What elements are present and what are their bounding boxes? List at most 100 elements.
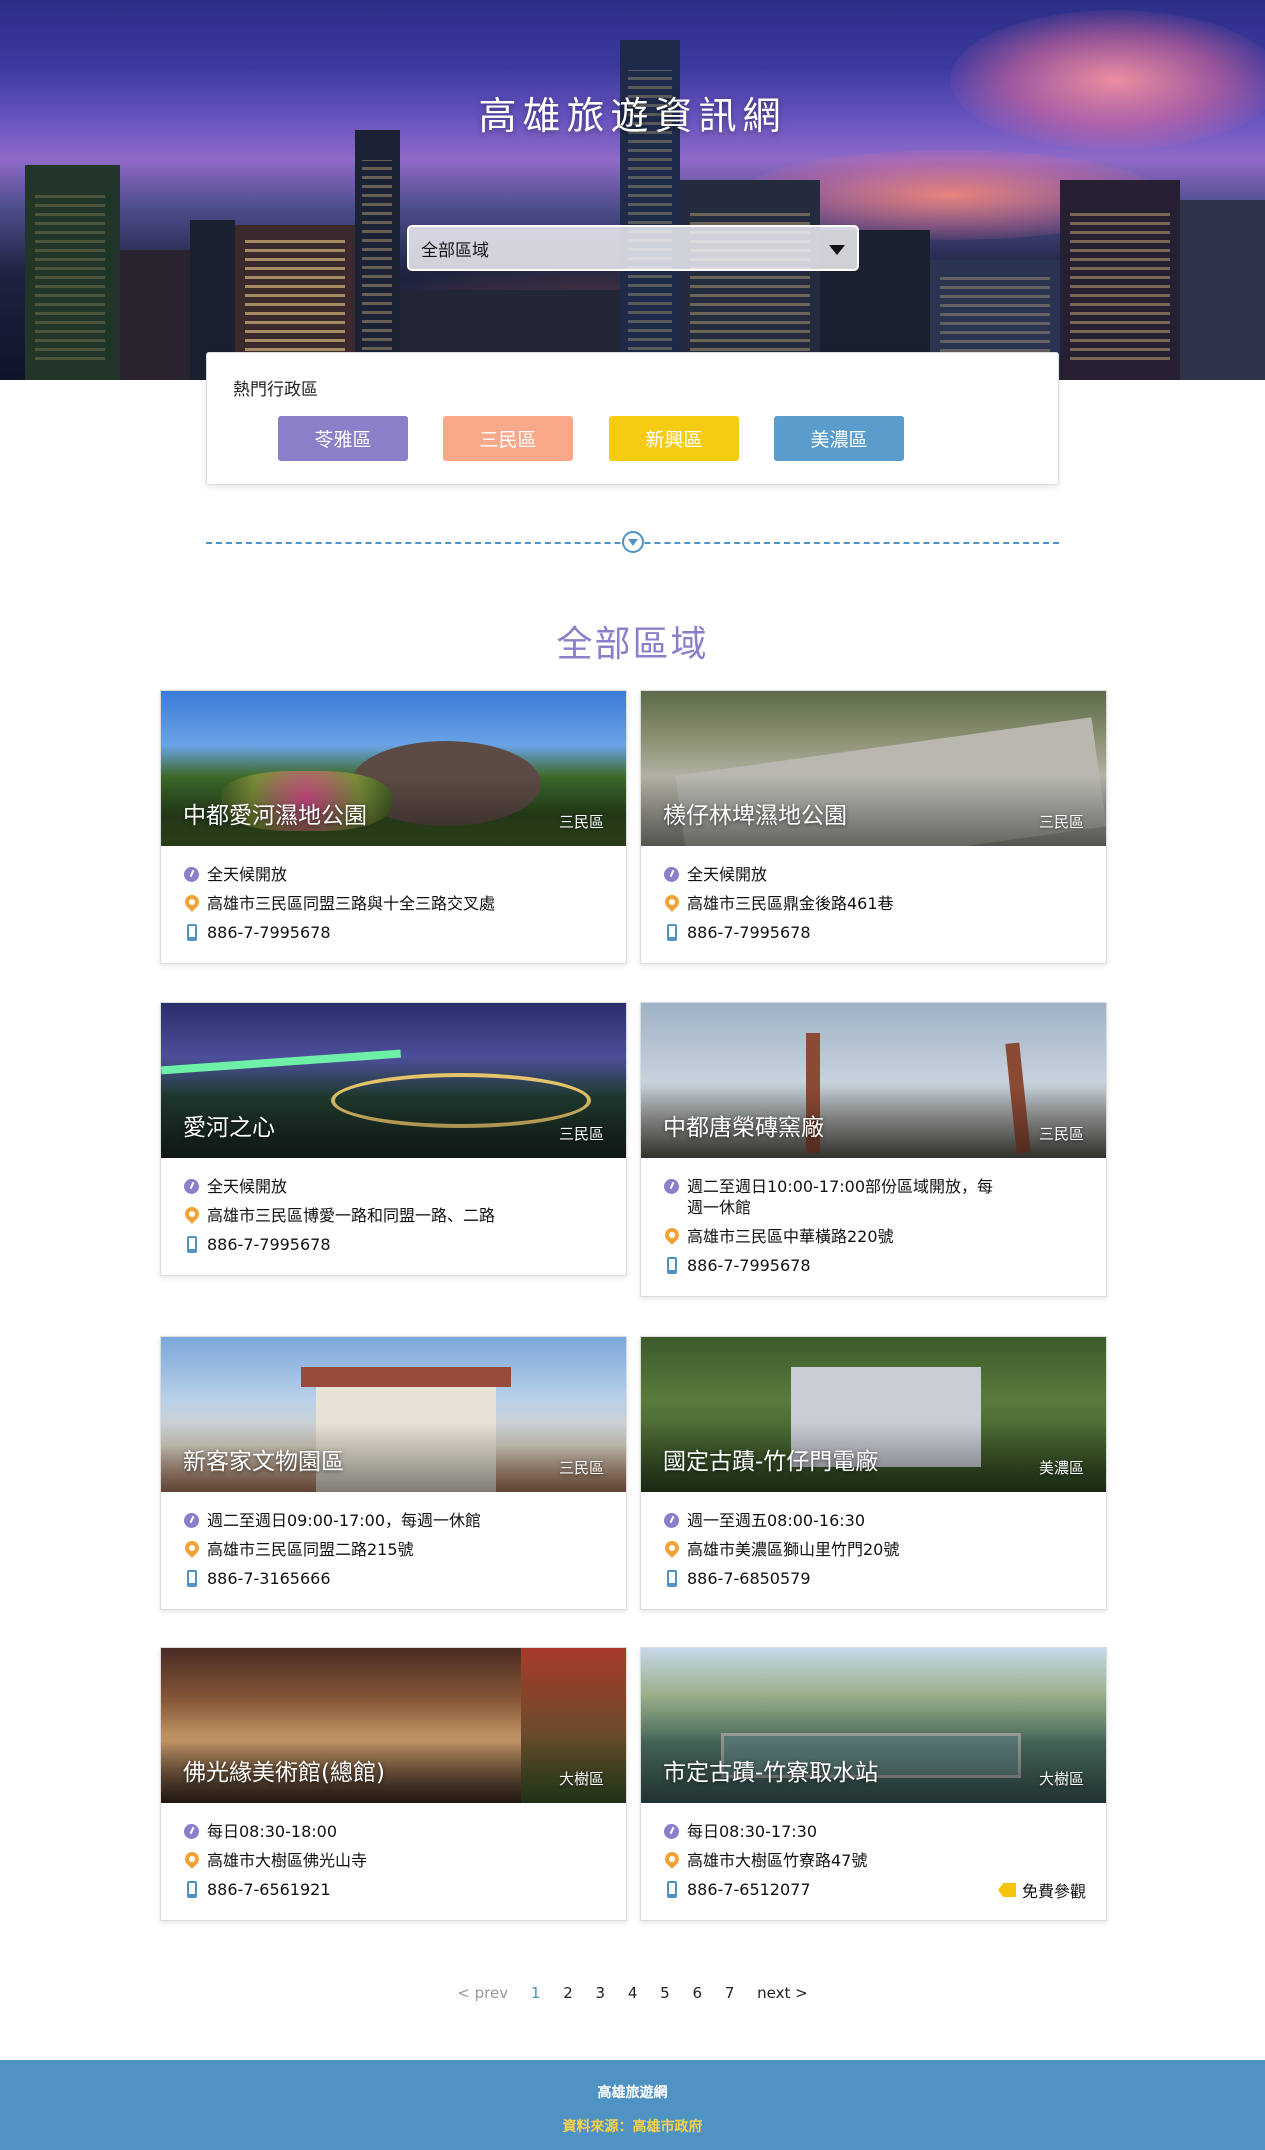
clock-icon	[183, 1821, 207, 1842]
footer-title: 高雄旅遊網	[597, 2085, 668, 2101]
clock-icon	[663, 1176, 687, 1197]
opening-hours: 週一至週五08:00-16:30	[687, 1511, 865, 1530]
attraction-card[interactable]: 檨仔林埤濕地公園 三民區 全天候開放 高雄市三民區鼎金後路461巷 886-7-…	[640, 690, 1107, 964]
opening-hours: 全天候開放	[687, 865, 768, 884]
clock-icon	[663, 864, 687, 885]
attraction-zone: 三民區	[558, 1459, 604, 1477]
phone-number: 886-7-3165666	[207, 1569, 331, 1588]
hot-districts-title: 熱門行政區	[233, 380, 318, 400]
attraction-card[interactable]: 愛河之心 三民區 全天候開放 高雄市三民區博愛一路和同盟一路、二路 886-7-…	[160, 1002, 627, 1276]
phone-number: 886-7-6850579	[687, 1569, 811, 1588]
phone-number: 886-7-7995678	[207, 1235, 331, 1254]
attraction-photo: 新客家文物園區 三民區	[161, 1337, 626, 1492]
clock-icon	[183, 1176, 207, 1197]
free-admission-badge: 免費參觀	[997, 1878, 1086, 1902]
district-select[interactable]: 全部區域	[407, 225, 859, 271]
hot-district-button-lingya[interactable]: 苓雅區	[278, 416, 408, 461]
attraction-name: 國定古蹟-竹仔門電廠	[663, 1449, 879, 1475]
attraction-photo: 佛光緣美術館(總館) 大樹區	[161, 1648, 626, 1803]
phone-number: 886-7-7995678	[687, 1256, 811, 1275]
location-pin-icon	[663, 1226, 687, 1247]
attraction-card[interactable]: 市定古蹟-竹寮取水站 大樹區 每日08:30-17:30 高雄市大樹區竹寮路47…	[640, 1647, 1107, 1921]
clock-icon	[663, 1510, 687, 1531]
attraction-name: 中都愛河濕地公園	[183, 803, 367, 829]
attraction-photo: 中都愛河濕地公園 三民區	[161, 691, 626, 846]
page-link-3[interactable]: 3	[596, 1984, 606, 2002]
phone-number: 886-7-6561921	[207, 1880, 331, 1899]
free-admission-label: 免費參觀	[1021, 1882, 1086, 1901]
prev-page-link[interactable]: < prev	[457, 1984, 508, 2002]
page-link-1[interactable]: 1	[531, 1984, 541, 2002]
opening-hours: 週二至週日10:00-17:00部份區域開放，每週一休館	[687, 1177, 993, 1217]
phone-icon	[663, 1255, 687, 1276]
phone-number: 886-7-7995678	[207, 923, 331, 942]
hero-banner: 高雄旅遊資訊網 全部區域	[0, 0, 1265, 380]
location-pin-icon	[663, 893, 687, 914]
attraction-zone: 三民區	[1038, 1125, 1084, 1143]
attraction-zone: 大樹區	[558, 1770, 604, 1788]
page-link-7[interactable]: 7	[725, 1984, 735, 2002]
location-pin-icon	[183, 1539, 207, 1560]
attraction-photo: 檨仔林埤濕地公園 三民區	[641, 691, 1106, 846]
attraction-card[interactable]: 佛光緣美術館(總館) 大樹區 每日08:30-18:00 高雄市大樹區佛光山寺 …	[160, 1647, 627, 1921]
attraction-zone: 三民區	[1038, 813, 1084, 831]
address: 高雄市三民區博愛一路和同盟一路、二路	[207, 1206, 496, 1225]
pagination: < prev 1 2 3 4 5 6 7 next >	[0, 1984, 1265, 2002]
attraction-photo: 市定古蹟-竹寮取水站 大樹區	[641, 1648, 1106, 1803]
clock-icon	[183, 864, 207, 885]
address: 高雄市大樹區佛光山寺	[207, 1851, 368, 1870]
phone-icon	[183, 1879, 207, 1900]
phone-icon	[663, 1879, 687, 1900]
hot-district-button-xinxing[interactable]: 新興區	[609, 416, 739, 461]
attraction-name: 佛光緣美術館(總館)	[183, 1760, 385, 1786]
attraction-zone: 三民區	[558, 813, 604, 831]
address: 高雄市大樹區竹寮路47號	[687, 1851, 868, 1870]
address: 高雄市三民區中華橫路220號	[687, 1227, 894, 1246]
next-page-link[interactable]: next >	[757, 1984, 808, 2002]
opening-hours: 週二至週日09:00-17:00，每週一休館	[207, 1511, 481, 1530]
phone-icon	[183, 1568, 207, 1589]
opening-hours: 全天候開放	[207, 865, 288, 884]
attraction-card[interactable]: 中都愛河濕地公園 三民區 全天候開放 高雄市三民區同盟三路與十全三路交叉處 88…	[160, 690, 627, 964]
page-link-2[interactable]: 2	[563, 1984, 573, 2002]
page-link-5[interactable]: 5	[660, 1984, 670, 2002]
address: 高雄市三民區同盟三路與十全三路交叉處	[207, 894, 496, 913]
location-pin-icon	[663, 1850, 687, 1871]
opening-hours: 每日08:30-18:00	[207, 1822, 337, 1841]
attraction-name: 愛河之心	[183, 1115, 275, 1141]
phone-icon	[663, 1568, 687, 1589]
caret-down-icon	[829, 245, 845, 255]
attraction-card[interactable]: 新客家文物園區 三民區 週二至週日09:00-17:00，每週一休館 高雄市三民…	[160, 1336, 627, 1610]
attraction-photo: 國定古蹟-竹仔門電廠 美濃區	[641, 1337, 1106, 1492]
tag-icon	[997, 1883, 1016, 1897]
district-select-value: 全部區域	[421, 240, 489, 261]
phone-number: 886-7-7995678	[687, 923, 811, 942]
phone-icon	[183, 922, 207, 943]
hot-district-button-meinong[interactable]: 美濃區	[774, 416, 904, 461]
address: 高雄市三民區同盟二路215號	[207, 1540, 414, 1559]
attraction-photo: 愛河之心 三民區	[161, 1003, 626, 1158]
address: 高雄市美濃區獅山里竹門20號	[687, 1540, 900, 1559]
opening-hours: 全天候開放	[207, 1177, 288, 1196]
location-pin-icon	[183, 1850, 207, 1871]
clock-icon	[663, 1821, 687, 1842]
section-title: 全部區域	[556, 624, 709, 665]
scroll-down-icon[interactable]	[622, 531, 644, 553]
page-link-6[interactable]: 6	[693, 1984, 703, 2002]
attraction-zone: 美濃區	[1038, 1459, 1084, 1477]
location-pin-icon	[183, 893, 207, 914]
hot-districts-panel: 熱門行政區 苓雅區 三民區 新興區 美濃區	[206, 352, 1059, 485]
attraction-name: 中都唐榮磚窯廠	[663, 1115, 824, 1141]
attraction-card[interactable]: 國定古蹟-竹仔門電廠 美濃區 週一至週五08:00-16:30 高雄市美濃區獅山…	[640, 1336, 1107, 1610]
attraction-photo: 中都唐榮磚窯廠 三民區	[641, 1003, 1106, 1158]
address: 高雄市三民區鼎金後路461巷	[687, 894, 894, 913]
phone-icon	[663, 922, 687, 943]
attraction-zone: 大樹區	[1038, 1770, 1084, 1788]
attraction-card[interactable]: 中都唐榮磚窯廠 三民區 週二至週日10:00-17:00部份區域開放，每週一休館…	[640, 1002, 1107, 1297]
attraction-name: 市定古蹟-竹寮取水站	[663, 1760, 879, 1786]
footer: 高雄旅遊網 資料來源：高雄市政府	[0, 2060, 1265, 2150]
location-pin-icon	[183, 1205, 207, 1226]
hot-district-button-sanmin[interactable]: 三民區	[443, 416, 573, 461]
page-link-4[interactable]: 4	[628, 1984, 638, 2002]
footer-data-source: 資料來源：高雄市政府	[562, 2119, 703, 2135]
